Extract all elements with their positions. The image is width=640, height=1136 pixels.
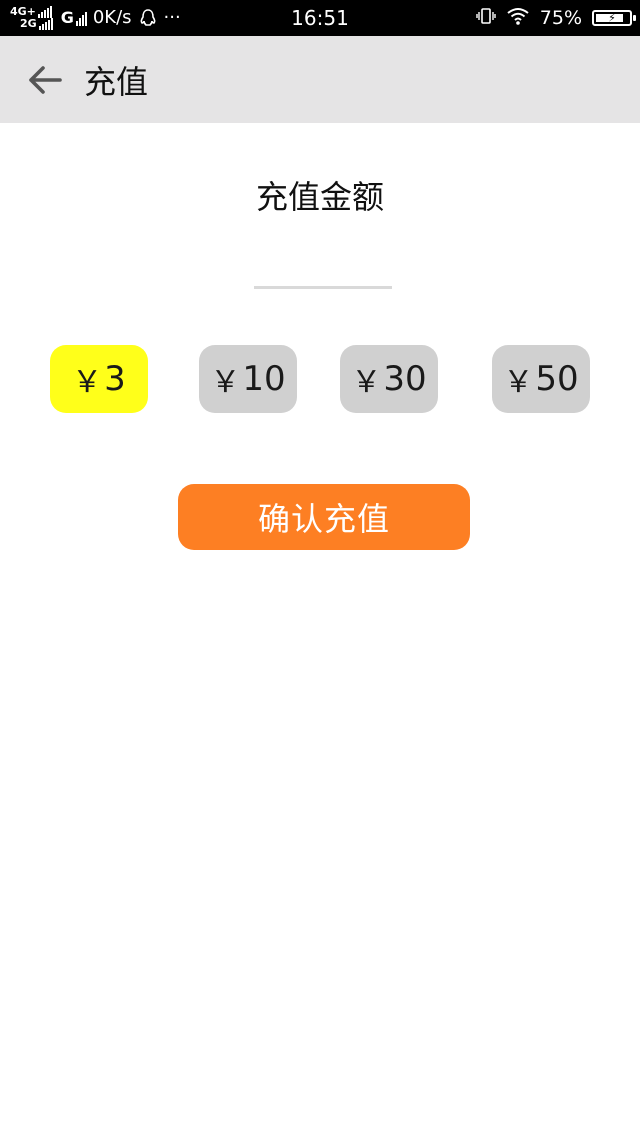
amount-option-30[interactable]: ￥ 30: [340, 345, 438, 413]
battery-icon: ⚡: [592, 10, 636, 26]
wifi-icon: [506, 6, 530, 31]
battery-percent: 75%: [539, 7, 582, 29]
app-bar: 充值: [0, 36, 640, 123]
amount-value: 50: [535, 359, 579, 399]
currency-symbol: ￥: [72, 365, 103, 400]
currency-symbol: ￥: [210, 365, 241, 400]
page-title: 充值: [84, 62, 149, 101]
back-arrow-icon: [29, 65, 62, 94]
currency-symbol: ￥: [351, 365, 382, 400]
recharge-amount-input[interactable]: [254, 246, 392, 289]
back-button[interactable]: [20, 55, 70, 105]
status-bar: 4G+ 2G G 0K/s ··· 16:51 75% ⚡: [0, 0, 640, 36]
amount-option-10[interactable]: ￥ 10: [199, 345, 297, 413]
charging-bolt-icon: ⚡: [608, 11, 616, 25]
recharge-amount-label: 充值金额: [255, 178, 384, 216]
currency-symbol: ￥: [503, 365, 534, 400]
status-right: 75% ⚡: [476, 0, 636, 36]
amount-option-50[interactable]: ￥ 50: [492, 345, 590, 413]
confirm-recharge-button[interactable]: 确认充值: [178, 484, 470, 550]
amount-value: 3: [104, 359, 126, 399]
amount-value: 10: [242, 359, 286, 399]
amount-value: 30: [383, 359, 427, 399]
vibrate-icon: [476, 6, 496, 31]
amount-option-3[interactable]: ￥ 3: [50, 345, 148, 413]
